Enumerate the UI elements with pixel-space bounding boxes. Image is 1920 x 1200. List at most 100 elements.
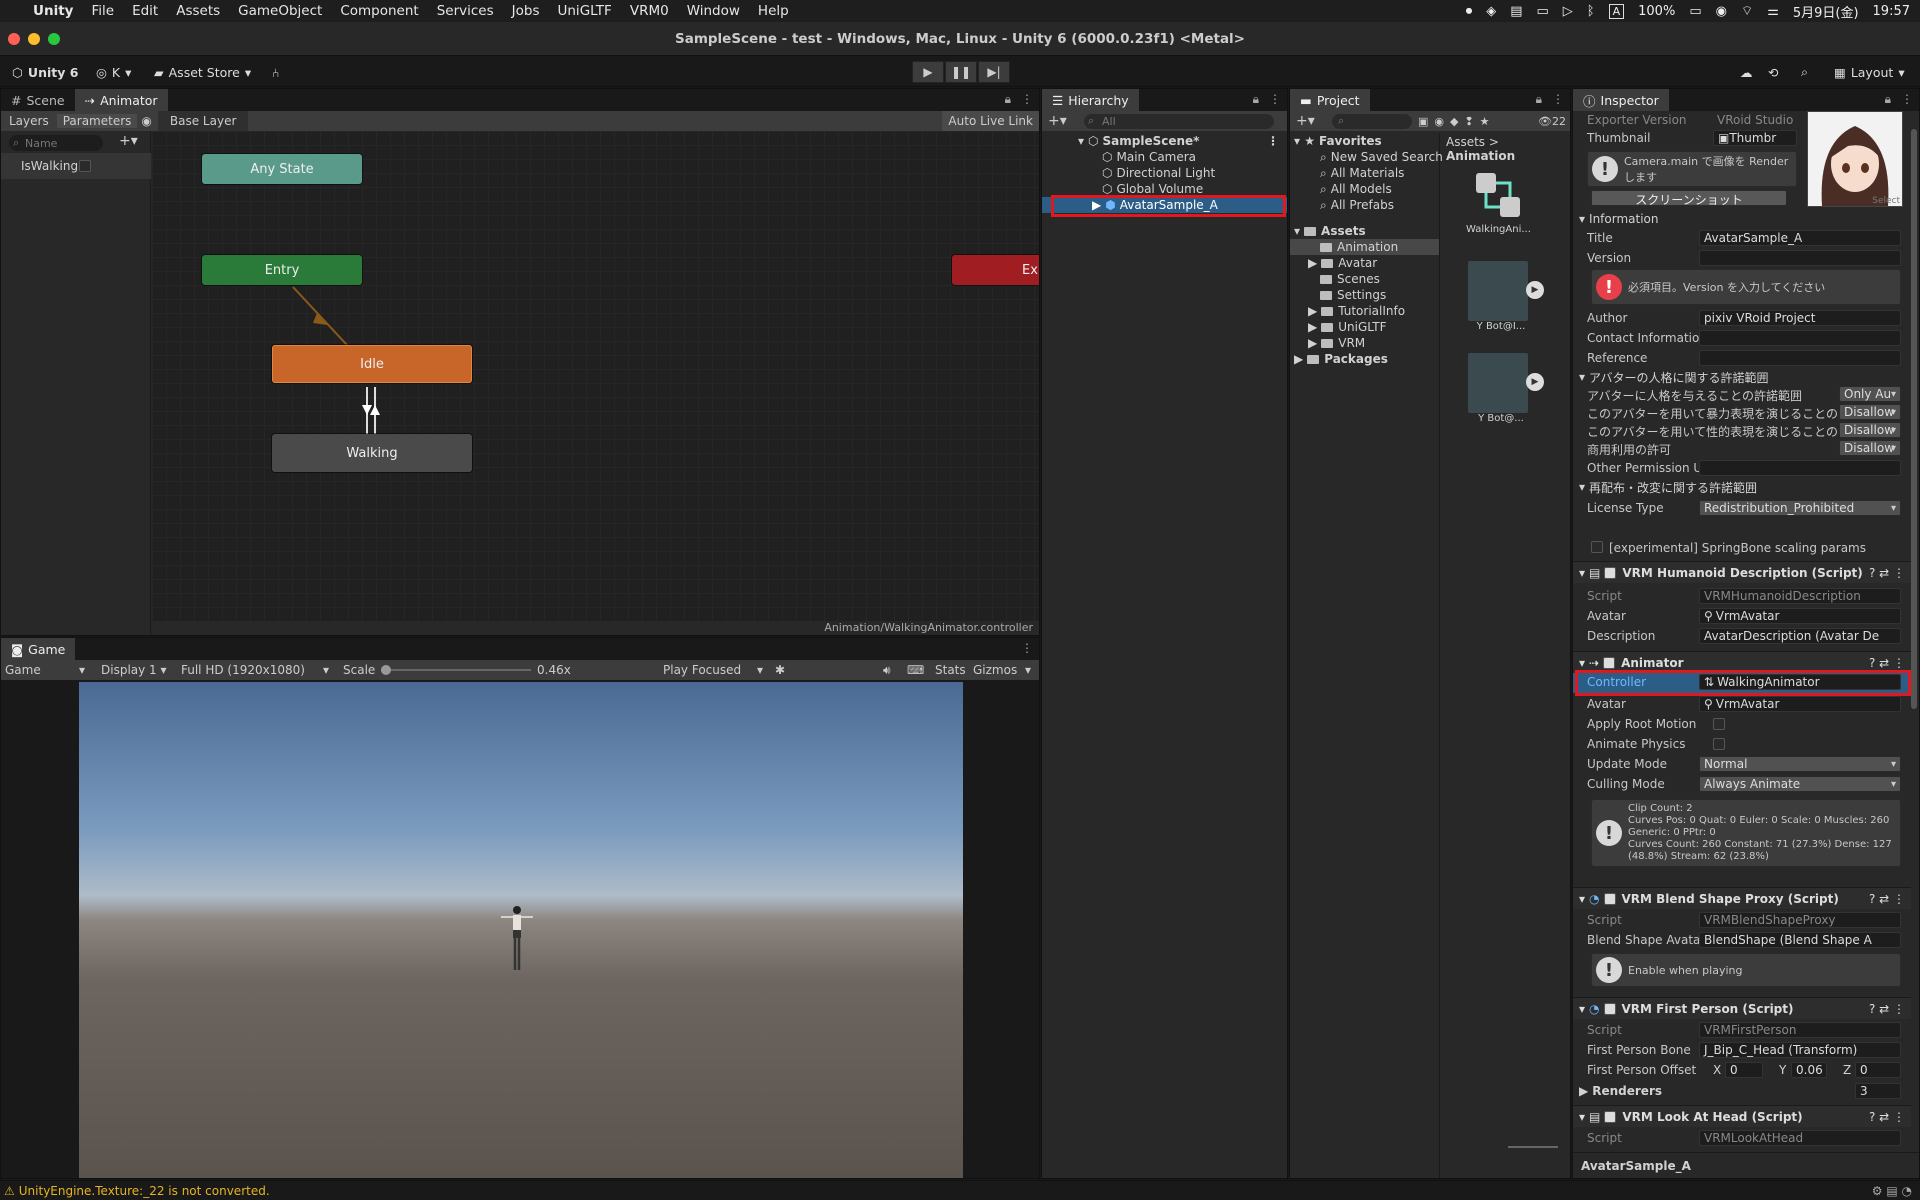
menu-vrm0[interactable]: VRM0	[621, 3, 678, 19]
create-dropdown[interactable]: +▾	[1290, 113, 1321, 129]
tab-parameters[interactable]: Parameters	[56, 114, 138, 128]
component-enabled-checkbox[interactable]	[1603, 892, 1616, 905]
favorite-item[interactable]: ⌕ New Saved Search	[1290, 149, 1443, 165]
asset-folder[interactable]: Settings	[1290, 287, 1439, 303]
blendshape-component-header[interactable]: ▾ ◔ VRM Blend Shape Proxy (Script)? ⇄ ⋮	[1573, 887, 1911, 909]
update-mode-dropdown[interactable]: Normal	[1699, 756, 1901, 772]
keyboard-icon[interactable]: ⌨	[907, 663, 924, 677]
perm-dropdown[interactable]: Disallow	[1839, 422, 1901, 438]
asset-grid-item[interactable]: ▶ Y Bot@I...	[1466, 261, 1544, 341]
component-tools-icon[interactable]: ? ⇄ ⋮	[1869, 892, 1905, 906]
resolution-dropdown[interactable]: Full HD (1920x1080)	[181, 663, 305, 677]
node-any-state[interactable]: Any State	[202, 154, 362, 184]
user-icon[interactable]: ◉	[1716, 4, 1727, 19]
auto-live-link-button[interactable]: Auto Live Link	[942, 111, 1039, 131]
tab-layers[interactable]: Layers	[1, 114, 57, 128]
tab-scene[interactable]: # Scene	[1, 89, 75, 111]
menu-uniglTF[interactable]: UniGLTF	[549, 3, 621, 19]
status-icons[interactable]: ⚙ ▤ ◔	[1872, 1184, 1912, 1198]
lookat-component-header[interactable]: ▾ ▤ VRM Look At Head (Script)? ⇄ ⋮	[1573, 1105, 1911, 1127]
param-bool-checkbox[interactable]	[79, 160, 91, 172]
base-layer-breadcrumb[interactable]: Base Layer	[157, 111, 249, 131]
component-enabled-checkbox[interactable]	[1604, 566, 1617, 579]
asset-folder[interactable]: Scenes	[1290, 271, 1439, 287]
account-dropdown[interactable]: ◎ K ▾	[90, 62, 137, 82]
favorite-item[interactable]: ⌕ All Models	[1290, 181, 1439, 197]
version-control-button[interactable]: ⑃	[266, 62, 286, 82]
perm-dropdown[interactable]: Only Au	[1839, 386, 1901, 402]
menu-gameobject[interactable]: GameObject	[229, 3, 331, 19]
breadcrumb-assets[interactable]: Assets	[1446, 135, 1485, 149]
packages-header[interactable]: ▶ Packages	[1290, 351, 1439, 367]
bug-icon[interactable]: ✱	[775, 663, 785, 677]
thumbnail-field[interactable]: ▣ Thumbr	[1713, 130, 1797, 146]
asset-folder[interactable]: ▶ Avatar	[1290, 255, 1439, 271]
menu-services[interactable]: Services	[428, 3, 503, 19]
asset-grid-item[interactable]: ▶ Y Bot@...	[1466, 353, 1544, 433]
description-field[interactable]: AvatarDescription (Avatar De	[1699, 628, 1901, 644]
humanoid-component-header[interactable]: ▾ ▤ VRM Humanoid Description (Script)? ⇄ ⋮	[1573, 561, 1911, 583]
display-dropdown[interactable]: Display 1 ▾	[101, 663, 167, 677]
menu-edit[interactable]: Edit	[123, 3, 167, 19]
gizmos-dropdown[interactable]: Gizmos	[973, 663, 1017, 677]
more-icon[interactable]: ⋮	[1267, 134, 1279, 148]
assets-header[interactable]: ▾ Assets	[1290, 223, 1439, 239]
asset-grid-item[interactable]: WalkingAni...	[1466, 169, 1531, 249]
information-foldout[interactable]: ▾ Information	[1573, 211, 1911, 227]
lock-icon[interactable]: 🔒︎	[1005, 92, 1011, 107]
play-focused-dropdown[interactable]: Play Focused	[663, 663, 741, 677]
favorite-item[interactable]: ⌕ All Prefabs	[1290, 197, 1439, 213]
firstperson-component-header[interactable]: ▾ ◔ VRM First Person (Script)? ⇄ ⋮	[1573, 997, 1911, 1019]
lock-icon[interactable]: 🔒︎	[1253, 92, 1259, 107]
component-tools-icon[interactable]: ? ⇄ ⋮	[1869, 1002, 1905, 1016]
favorites-header[interactable]: ▾ ★ Favorites	[1290, 133, 1439, 149]
play-preview-icon[interactable]: ▶	[1526, 373, 1544, 391]
hierarchy-item[interactable]: ⬡ Directional Light	[1042, 165, 1287, 181]
filter-icons[interactable]: ▣◉◆❢★	[1418, 115, 1496, 128]
version-field[interactable]	[1699, 250, 1901, 266]
tab-inspector[interactable]: ⓘ Inspector	[1573, 89, 1669, 111]
more-icon[interactable]: ⋮	[1552, 92, 1564, 107]
battery-icon[interactable]: ▭	[1689, 4, 1701, 19]
play-button[interactable]: ▶	[912, 61, 944, 83]
offset-z-field[interactable]: 0	[1855, 1062, 1901, 1078]
more-icon[interactable]: ⋮	[1901, 92, 1913, 107]
scale-slider[interactable]	[381, 669, 531, 671]
animator-avatar-field[interactable]: ⚲ VrmAvatar	[1699, 696, 1901, 712]
pause-button[interactable]: ❚❚	[945, 61, 977, 83]
asset-folder[interactable]: ▶ TutorialInfo	[1290, 303, 1439, 319]
select-label[interactable]: Select	[1872, 196, 1900, 206]
more-icon[interactable]: ⋮	[1021, 92, 1033, 107]
component-tools-icon[interactable]: ? ⇄ ⋮	[1869, 566, 1905, 580]
tab-project[interactable]: ▬ Project	[1290, 89, 1370, 111]
menu-file[interactable]: File	[82, 3, 123, 19]
menu-assets[interactable]: Assets	[167, 3, 229, 19]
hierarchy-scene-row[interactable]: ▾ ⬡ SampleScene* ⋮	[1042, 133, 1287, 149]
culling-mode-dropdown[interactable]: Always Animate	[1699, 776, 1901, 792]
avatar-field[interactable]: ⚲ VrmAvatar	[1699, 608, 1901, 624]
inspector-scrollbar[interactable]	[1911, 129, 1917, 709]
tab-game[interactable]: ◙ Game	[1, 638, 76, 660]
perm-dropdown[interactable]: Disallow	[1839, 404, 1901, 420]
add-parameter-button[interactable]: +▾	[119, 133, 138, 149]
more-icon[interactable]: ⋮	[1021, 641, 1033, 655]
scale-slider-handle[interactable]	[381, 665, 391, 675]
node-entry[interactable]: Entry	[202, 255, 362, 285]
asset-folder[interactable]: ▶ UniGLTF	[1290, 319, 1439, 335]
component-tools-icon[interactable]: ? ⇄ ⋮	[1869, 656, 1905, 670]
author-field[interactable]: pixiv VRoid Project	[1699, 310, 1901, 326]
contact-field[interactable]	[1699, 330, 1901, 346]
node-exit[interactable]: Exit	[952, 255, 1039, 285]
other-permission-field[interactable]	[1699, 460, 1901, 476]
param-search-input[interactable]: ⌕ Name	[9, 135, 103, 151]
menubar-date[interactable]: 5月9日(金)	[1793, 2, 1859, 21]
create-dropdown[interactable]: +▾	[1042, 113, 1073, 129]
reference-field[interactable]	[1699, 350, 1901, 366]
offset-x-field[interactable]: 0	[1725, 1062, 1763, 1078]
permission-foldout[interactable]: ▾ アバターの人格に関する許諾範囲	[1573, 369, 1911, 385]
asset-folder[interactable]: ▶ VRM	[1290, 335, 1439, 351]
hierarchy-search-input[interactable]: ⌕ All	[1084, 113, 1274, 129]
screenshot-button[interactable]: スクリーンショット	[1591, 190, 1787, 207]
icon-size-slider[interactable]	[1508, 1146, 1558, 1148]
audio-icon[interactable]: 🔊︎	[883, 663, 891, 678]
